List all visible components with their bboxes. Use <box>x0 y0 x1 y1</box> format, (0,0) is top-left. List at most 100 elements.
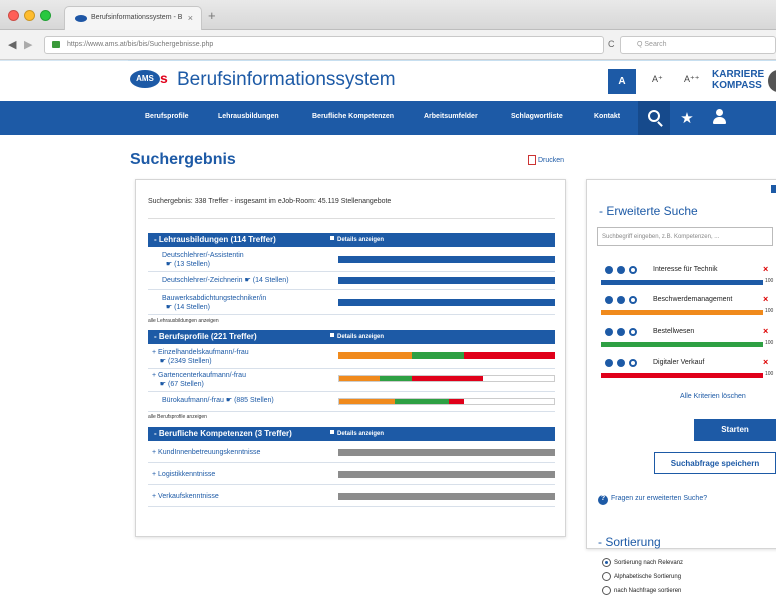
print-label: Drucken <box>538 156 565 164</box>
radio-icon[interactable] <box>602 586 611 595</box>
font-size-normal-button[interactable]: A <box>608 69 636 94</box>
nav-user-button[interactable] <box>704 101 734 135</box>
match-bar <box>338 471 555 478</box>
extended-search-title[interactable]: - Erweiterte Suche <box>599 204 698 218</box>
karriere-text: KARRIERE <box>712 69 765 80</box>
panel-toggle-icon[interactable] <box>771 185 776 193</box>
font-size-large-button[interactable]: A⁺ <box>652 74 663 85</box>
criterion-icon[interactable] <box>605 266 613 274</box>
close-window-icon[interactable] <box>8 10 19 21</box>
sort-title[interactable]: - Sortierung <box>598 535 661 549</box>
row-divider <box>148 506 555 507</box>
remove-criterion-icon[interactable]: × <box>763 294 768 304</box>
results-panel: Suchergebnis: 338 Treffer - insgesamt im… <box>135 179 566 537</box>
bar-fill-red <box>412 376 484 381</box>
maximize-window-icon[interactable] <box>40 10 51 21</box>
details-toggle[interactable]: Details anzeigen <box>330 236 384 243</box>
page: AMS s Berufsinformationssystem A A⁺ A⁺⁺ … <box>0 61 776 614</box>
criterion-percent: 100 <box>765 371 774 377</box>
criterion-weight-icon[interactable] <box>629 328 637 336</box>
help-link[interactable]: ? Fragen zur erweiterten Suche? <box>598 495 707 505</box>
tab-close-icon[interactable]: × <box>188 13 193 23</box>
browser-tab[interactable]: Berufsinformationssystem - B × <box>64 6 202 30</box>
font-size-xlarge-button[interactable]: A⁺⁺ <box>684 74 700 85</box>
karriere-kompass-link[interactable]: KARRIERE KOMPASS <box>712 69 764 91</box>
remove-criterion-icon[interactable]: × <box>763 326 768 336</box>
competence-link[interactable]: + Logistikkenntnisse <box>152 470 215 479</box>
criterion-icon[interactable] <box>605 328 613 336</box>
remove-criterion-icon[interactable]: × <box>763 264 768 274</box>
competence-link[interactable]: + KundInnenbetreuungskenntnisse <box>152 448 260 457</box>
section-header-kompetenzen[interactable]: - Berufliche Kompetenzen (3 Treffer) Det… <box>148 427 555 441</box>
info-icon[interactable] <box>617 296 625 304</box>
nav-berufliche-kompetenzen[interactable]: Berufliche Kompetenzen <box>312 113 394 120</box>
details-toggle[interactable]: Details anzeigen <box>330 333 384 340</box>
show-all-link[interactable]: alle Berufsprofile anzeigen <box>148 414 207 420</box>
criterion-icon[interactable] <box>605 296 613 304</box>
help-icon: ? <box>598 495 608 505</box>
user-icon <box>712 109 726 124</box>
pdf-icon <box>528 155 536 165</box>
tab-strip: Berufsinformationssystem - B × + <box>0 0 776 30</box>
occupation-link[interactable]: + Gartencenterkaufmann/-frau ☛ (67 Stell… <box>152 371 246 389</box>
bar-fill-red <box>448 399 464 404</box>
criterion-weight-icon[interactable] <box>629 359 637 367</box>
competence-link[interactable]: + Verkaufskenntnisse <box>152 492 219 501</box>
search-icon <box>648 110 660 122</box>
clear-criteria-link[interactable]: Alle Kriterien löschen <box>680 393 746 400</box>
new-tab-button[interactable]: + <box>208 8 216 23</box>
radio-selected-icon[interactable] <box>602 558 611 567</box>
show-all-link[interactable]: alle Lehrausbildungen anzeigen <box>148 318 219 324</box>
occupation-link[interactable]: Deutschlehrer/-Assistentin ☛ (13 Stellen… <box>162 251 244 269</box>
criterion-icon[interactable] <box>605 359 613 367</box>
nav-favorites-button[interactable]: ★ <box>672 101 702 135</box>
sort-option-label: nach Nachfrage sortieren <box>614 588 682 595</box>
row-divider <box>148 462 555 463</box>
ams-logo-s: s <box>160 70 168 86</box>
sort-option-relevance[interactable]: Sortierung nach Relevanz <box>602 558 683 567</box>
section-header-lehrausbildungen[interactable]: - Lehrausbildungen (114 Treffer) Details… <box>148 233 555 247</box>
remove-criterion-icon[interactable]: × <box>763 357 768 367</box>
sort-option-demand[interactable]: nach Nachfrage sortieren <box>602 586 681 595</box>
job-icon: ☛ <box>159 381 167 388</box>
nav-kontakt[interactable]: Kontakt <box>594 113 620 120</box>
criterion-bar <box>601 310 763 315</box>
print-link[interactable]: Drucken <box>528 155 564 165</box>
occupation-link[interactable]: Bauwerksabdichtungstechniker/in ☛ (14 St… <box>162 294 266 312</box>
start-button[interactable]: Starten <box>694 419 776 441</box>
result-summary: Suchergebnis: 338 Treffer - insgesamt im… <box>148 198 392 205</box>
site-title[interactable]: Berufsinformationssystem <box>177 69 396 91</box>
occupation-link[interactable]: Bürokaufmann/-frau ☛ (885 Stellen) <box>162 396 274 405</box>
info-icon[interactable] <box>617 266 625 274</box>
occupation-link[interactable]: + Einzelhandelskaufmann/-frau ☛ (2349 St… <box>152 348 249 366</box>
occupation-link[interactable]: Deutschlehrer/-Zeichnerin ☛ (14 Stellen) <box>162 276 289 285</box>
criterion-weight-icon[interactable] <box>629 266 637 274</box>
nav-search-button[interactable] <box>638 101 670 135</box>
nav-arbeitsumfelder[interactable]: Arbeitsumfelder <box>424 113 478 120</box>
info-icon[interactable] <box>617 359 625 367</box>
nav-berufsprofile[interactable]: Berufsprofile <box>145 113 189 120</box>
url-field[interactable]: https://www.ams.at/bis/bis/Suchergebniss… <box>44 36 604 54</box>
sort-option-alphabetical[interactable]: Alphabetische Sortierung <box>602 572 681 581</box>
back-icon[interactable]: ◀ <box>8 38 16 51</box>
bar-fill-red <box>463 352 555 359</box>
row-divider <box>148 411 555 412</box>
criterion-weight-icon[interactable] <box>629 296 637 304</box>
browser-search-input[interactable]: Q Search <box>620 36 776 54</box>
radio-icon[interactable] <box>602 572 611 581</box>
ams-logo[interactable]: AMS <box>130 70 160 88</box>
save-search-button[interactable]: Suchabfrage speichern <box>654 452 776 474</box>
job-icon: ☛ <box>244 277 251 284</box>
nav-lehrausbildungen[interactable]: Lehrausbildungen <box>218 113 279 120</box>
help-text: Fragen zur erweiterten Suche? <box>611 495 708 502</box>
section-header-berufsprofile[interactable]: - Berufsprofile (221 Treffer) Details an… <box>148 330 555 344</box>
nav-schlagwortliste[interactable]: Schlagwortliste <box>511 113 563 120</box>
info-icon[interactable] <box>617 328 625 336</box>
reload-icon[interactable]: C <box>608 39 615 49</box>
browser-window: Berufsinformationssystem - B × + ◀ ▶ htt… <box>0 0 776 614</box>
forward-icon[interactable]: ▶ <box>24 38 32 51</box>
minimize-window-icon[interactable] <box>24 10 35 21</box>
divider <box>148 218 555 219</box>
extended-search-input[interactable]: Suchbegriff eingeben, z.B. Kompetenzen, … <box>597 227 773 246</box>
details-toggle[interactable]: Details anzeigen <box>330 430 384 437</box>
